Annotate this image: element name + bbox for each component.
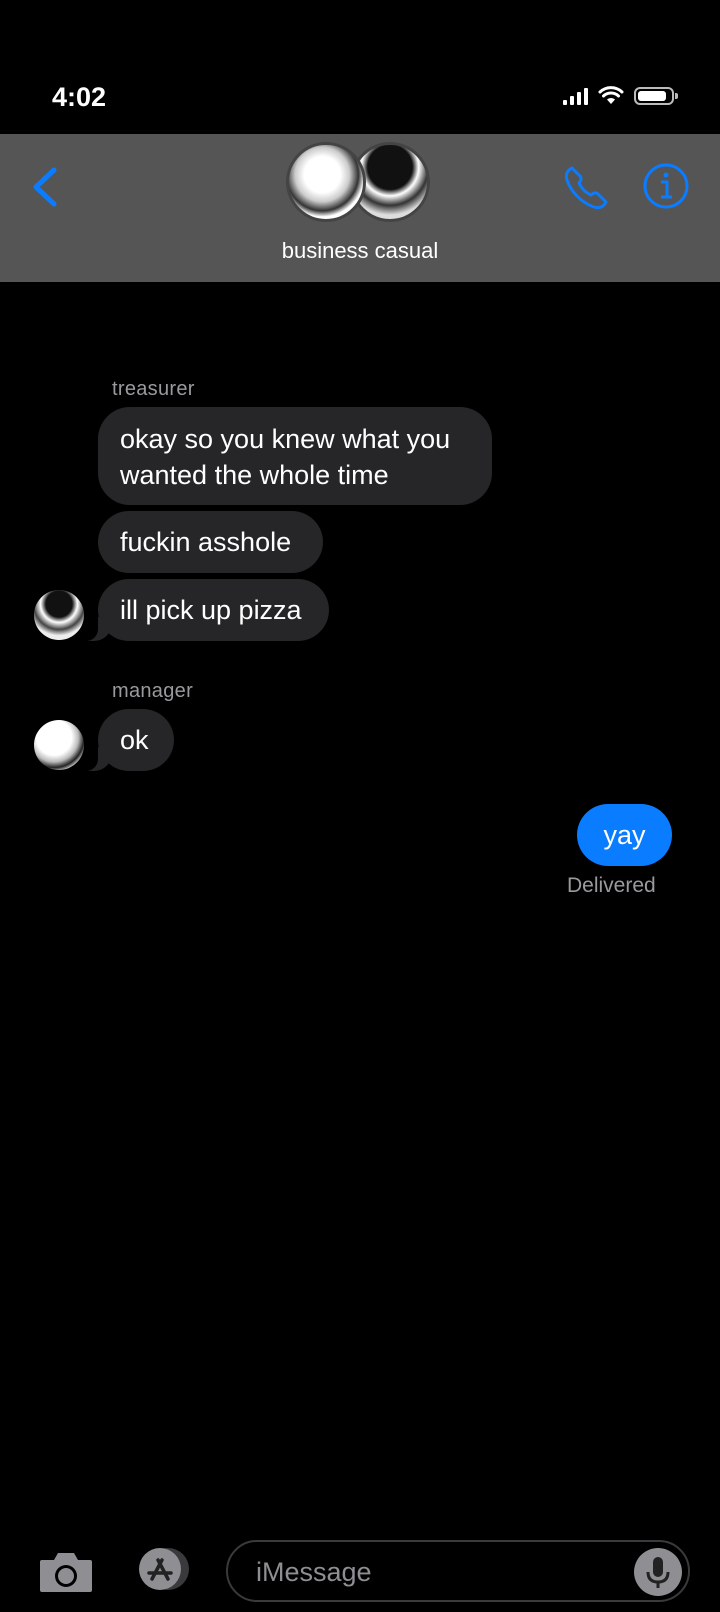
sender-name: treasurer	[112, 378, 195, 400]
message-text: ill pick up pizza	[120, 595, 302, 625]
avatar[interactable]	[34, 590, 84, 640]
sent-message-bubble[interactable]: yay	[577, 804, 672, 866]
avatar[interactable]	[34, 720, 84, 770]
group-avatars[interactable]	[286, 140, 436, 226]
camera-icon[interactable]	[38, 1550, 94, 1594]
app-store-icon[interactable]	[130, 1546, 194, 1592]
received-message-bubble[interactable]: okay so you knew what you wanted the who…	[98, 407, 492, 505]
microphone-glyph	[646, 1557, 670, 1588]
wifi-icon	[598, 86, 624, 104]
phone-icon[interactable]	[560, 162, 612, 214]
message-input[interactable]	[254, 1550, 618, 1594]
avatar	[286, 142, 366, 222]
group-name[interactable]: business casual	[0, 238, 720, 264]
battery-icon	[634, 87, 678, 105]
cellular-signal-icon	[563, 87, 588, 105]
message-text: ok	[120, 725, 149, 755]
status-bar: 4:02	[0, 0, 720, 134]
info-icon[interactable]	[642, 162, 690, 210]
delivery-status: Delivered	[567, 874, 656, 897]
conversation-header: business casual	[0, 134, 720, 282]
status-icons	[563, 86, 678, 106]
microphone-icon[interactable]	[634, 1548, 682, 1596]
received-message-bubble[interactable]: ill pick up pizza	[76, 579, 329, 641]
chevron-left-icon[interactable]	[26, 162, 66, 212]
sender-name: manager	[112, 680, 194, 702]
received-message-bubble[interactable]: fuckin asshole	[98, 511, 323, 573]
status-time: 4:02	[52, 82, 107, 112]
received-message-bubble[interactable]: ok	[76, 709, 174, 771]
message-input-field[interactable]	[226, 1540, 690, 1602]
